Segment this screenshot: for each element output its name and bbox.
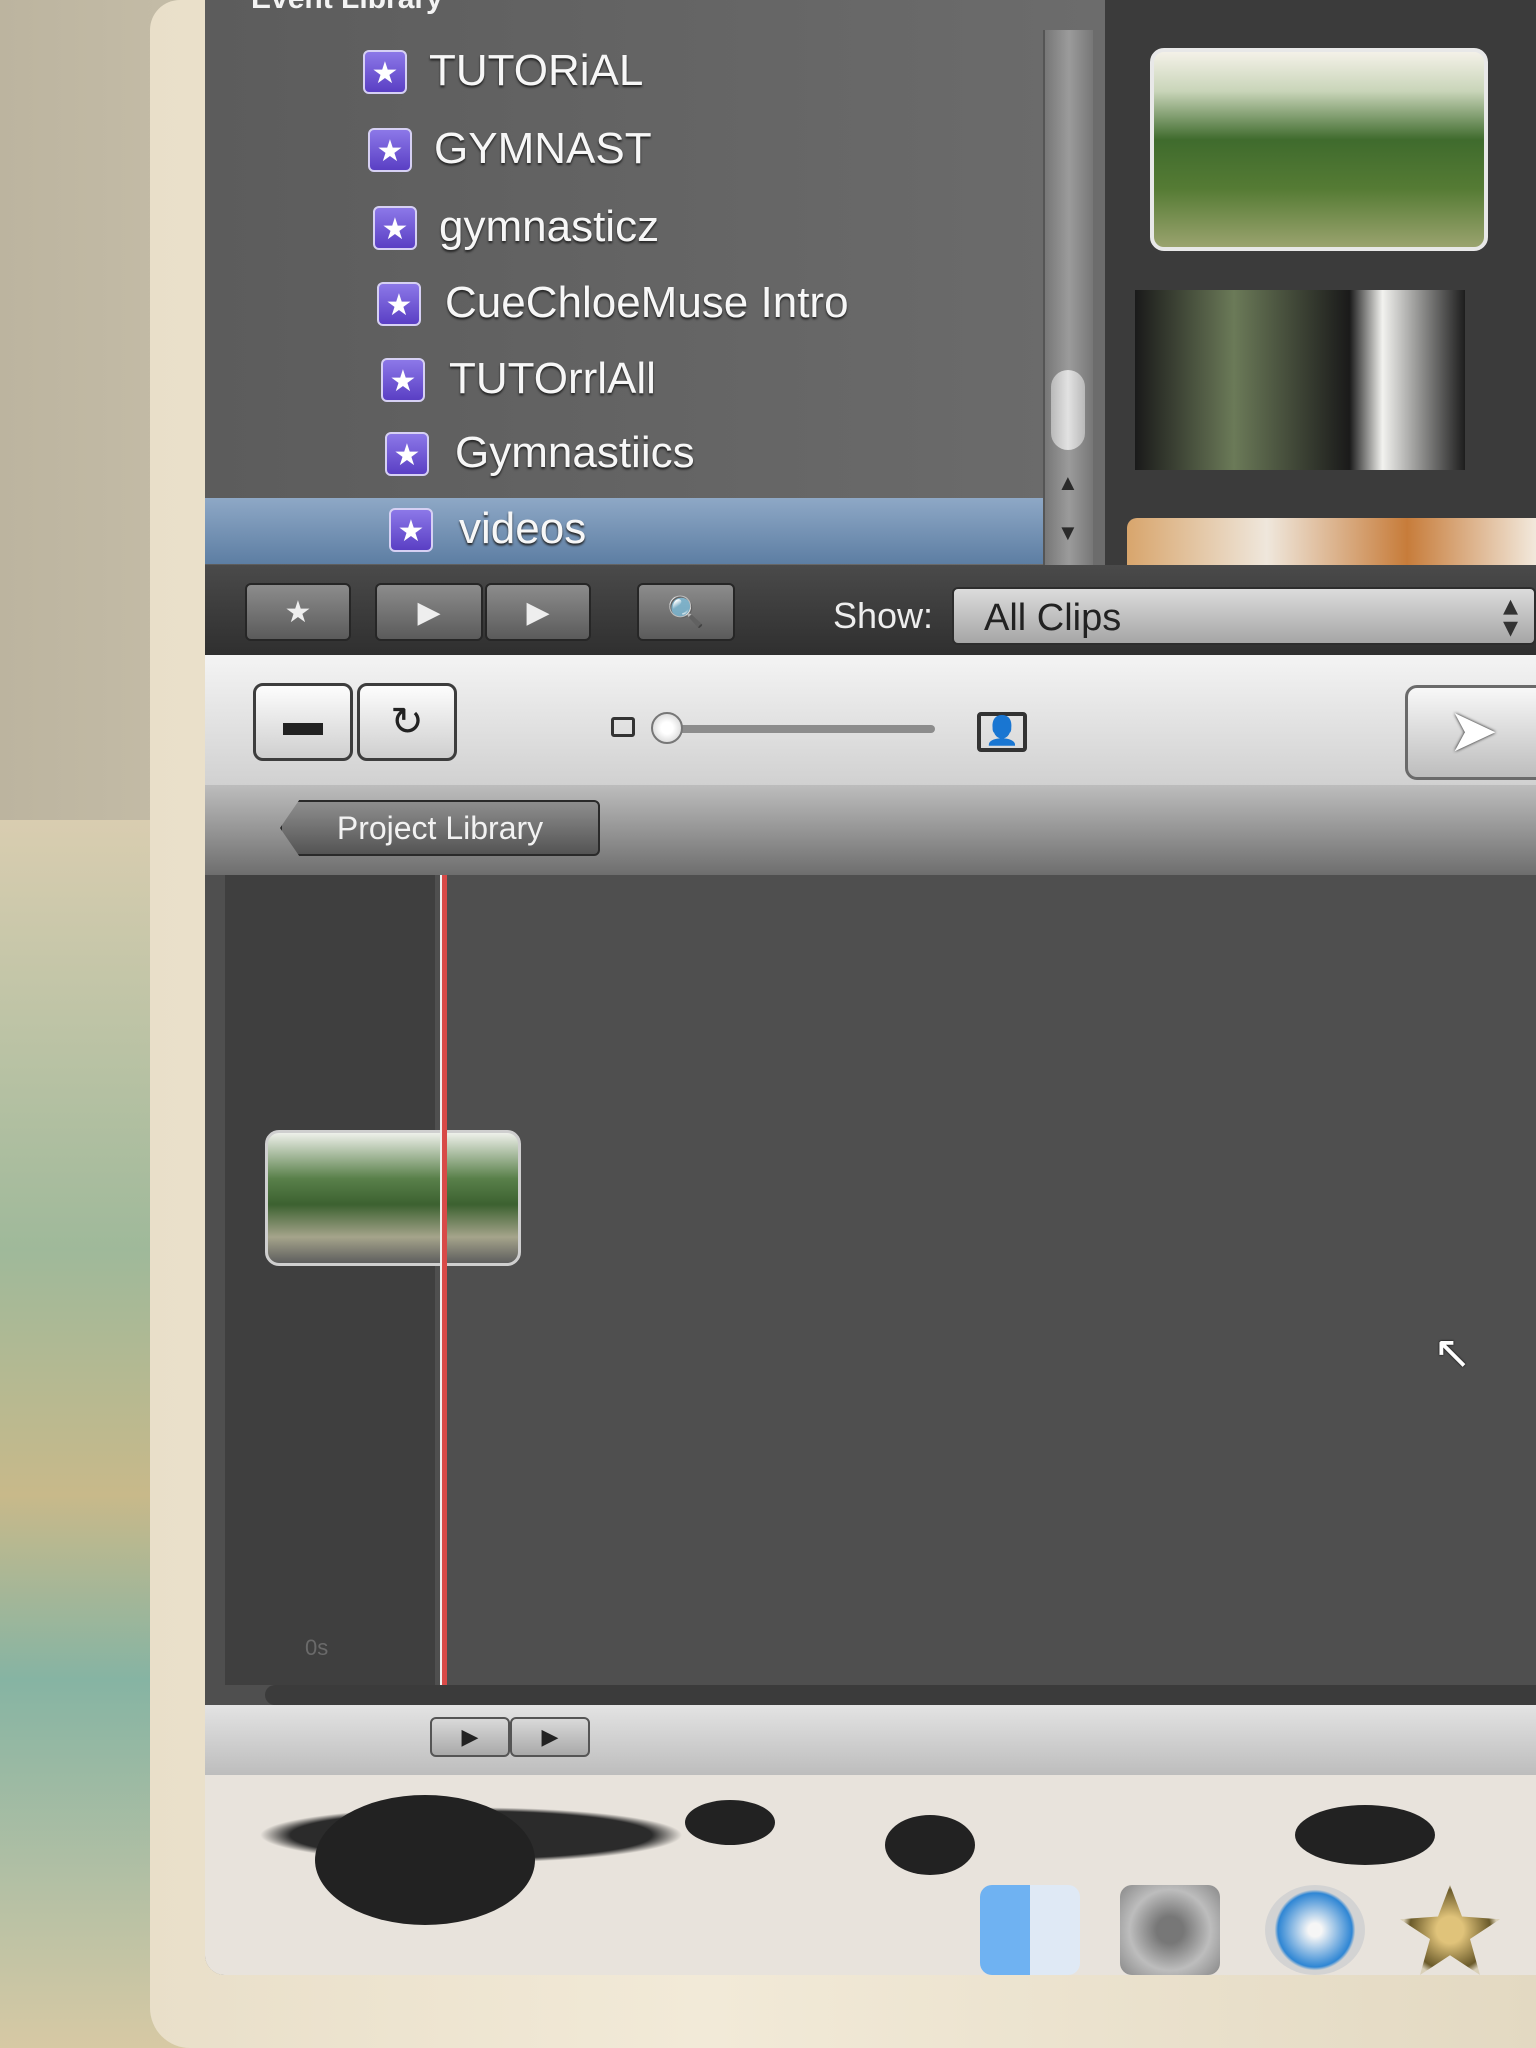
wallpaper-spot	[315, 1795, 535, 1925]
search-button[interactable]: 🔍	[637, 583, 735, 641]
event-item-gymnast[interactable]: ★ GYMNAST	[205, 118, 1060, 184]
safari-icon[interactable]	[1265, 1885, 1365, 1975]
mouse-cursor-icon: ↖	[1433, 1326, 1472, 1378]
event-star-icon: ★	[381, 358, 425, 402]
event-item-label: Gymnastiics	[455, 428, 695, 477]
camera-icon: ▬	[283, 700, 323, 744]
event-star-icon: ★	[389, 508, 433, 552]
wallpaper-spot	[685, 1800, 775, 1845]
playhead[interactable]	[440, 875, 447, 1695]
project-timeline-column	[225, 875, 435, 1685]
event-item-gymnastiics[interactable]: ★ Gymnastiics	[205, 422, 1060, 488]
event-browser	[1105, 0, 1536, 578]
project-clip-thumbnail[interactable]	[265, 1130, 521, 1266]
time-label: 0s	[305, 1635, 329, 1660]
event-star-icon: ★	[363, 50, 407, 94]
person-icon: 👤	[984, 715, 1020, 746]
event-star-icon: ★	[373, 206, 417, 250]
event-item-cuechloemuse-intro[interactable]: ★ CueChloeMuse Intro	[205, 272, 1060, 338]
play-fullscreen-icon: ▶	[461, 1724, 479, 1749]
event-toolbar: ★ ▶ ▶ 🔍 Show: All Clips ▴ ▾	[205, 565, 1536, 655]
scroll-thumb[interactable]	[1051, 370, 1085, 450]
project-toolbar: ▬ ↻ 👤 ➤	[205, 655, 1536, 785]
event-item-tutorial[interactable]: ★ TUTORiAL	[205, 40, 1060, 106]
play-icon: ▶	[541, 1724, 559, 1749]
star-toggle-icon: ★	[284, 596, 312, 629]
rotate-button[interactable]: ↻	[357, 683, 457, 761]
show-event-library-button[interactable]: ★	[245, 583, 351, 641]
project-scrollbar[interactable]	[265, 1685, 1536, 1705]
show-select[interactable]: All Clips ▴ ▾	[952, 587, 1536, 645]
scroll-down-arrow-icon[interactable]: ▼	[1057, 520, 1079, 546]
play-project-button[interactable]: ▶	[510, 1717, 590, 1757]
event-item-label: GYMNAST	[434, 124, 652, 173]
event-library-panel: Event Library ★ TUTORiAL ★ GYMNAST ★ gym…	[205, 0, 1105, 565]
project-area: 0s ↖	[205, 875, 1536, 1705]
zoom-small-icon	[611, 717, 635, 737]
rotate-icon: ↻	[390, 700, 424, 744]
search-icon: 🔍	[667, 596, 705, 629]
arrow-tool-button[interactable]: ➤	[1405, 685, 1536, 780]
event-item-label: gymnasticz	[439, 202, 660, 251]
event-item-tutorrlall[interactable]: ★ TUTOrrlAll	[205, 348, 1060, 414]
wallpaper-spot	[885, 1815, 975, 1875]
event-library-title: Event Library	[251, 0, 443, 16]
system-preferences-icon[interactable]	[1120, 1885, 1220, 1975]
project-bottom-bar: ▶ ▶	[205, 1705, 1536, 1775]
screen: Event Library ★ TUTORiAL ★ GYMNAST ★ gym…	[205, 0, 1536, 1975]
project-header: Project Library	[205, 785, 1536, 875]
event-item-gymnasticz[interactable]: ★ gymnasticz	[205, 196, 1060, 262]
play-full-screen-button[interactable]: ▶	[430, 1717, 510, 1757]
event-item-label: CueChloeMuse Intro	[445, 278, 849, 327]
event-star-icon: ★	[377, 282, 421, 326]
updown-arrows-icon: ▴ ▾	[1502, 589, 1518, 644]
wallpaper-spot	[1295, 1805, 1435, 1865]
scroll-up-arrow-icon[interactable]: ▲	[1057, 470, 1079, 496]
finder-icon[interactable]	[980, 1885, 1080, 1975]
clip-thumbnail[interactable]	[1150, 48, 1488, 251]
show-label: Show:	[833, 595, 934, 636]
play-full-screen-button[interactable]: ▶	[375, 583, 483, 641]
event-star-icon: ★	[385, 432, 429, 476]
project-library-button[interactable]: Project Library	[280, 800, 600, 856]
import-camera-button[interactable]: ▬	[253, 683, 353, 761]
event-item-label: TUTOrrlAll	[449, 354, 656, 403]
event-item-label: TUTORiAL	[429, 46, 644, 95]
clip-filmstrip[interactable]	[1135, 290, 1465, 470]
slider-knob[interactable]	[651, 712, 683, 744]
event-item-videos[interactable]: ★ videos	[205, 498, 1060, 564]
zoom-large-icon: 👤	[977, 712, 1027, 752]
play-fullscreen-icon: ▶	[417, 596, 441, 629]
thumbnail-size-slider[interactable]	[655, 725, 935, 733]
event-star-icon: ★	[368, 128, 412, 172]
show-select-value: All Clips	[984, 597, 1122, 639]
event-item-label: videos	[459, 504, 587, 553]
play-button[interactable]: ▶	[485, 583, 591, 641]
pointer-icon: ➤	[1448, 697, 1499, 764]
event-library-scrollbar[interactable]: ▲ ▼	[1043, 30, 1093, 565]
play-icon: ▶	[526, 596, 550, 629]
